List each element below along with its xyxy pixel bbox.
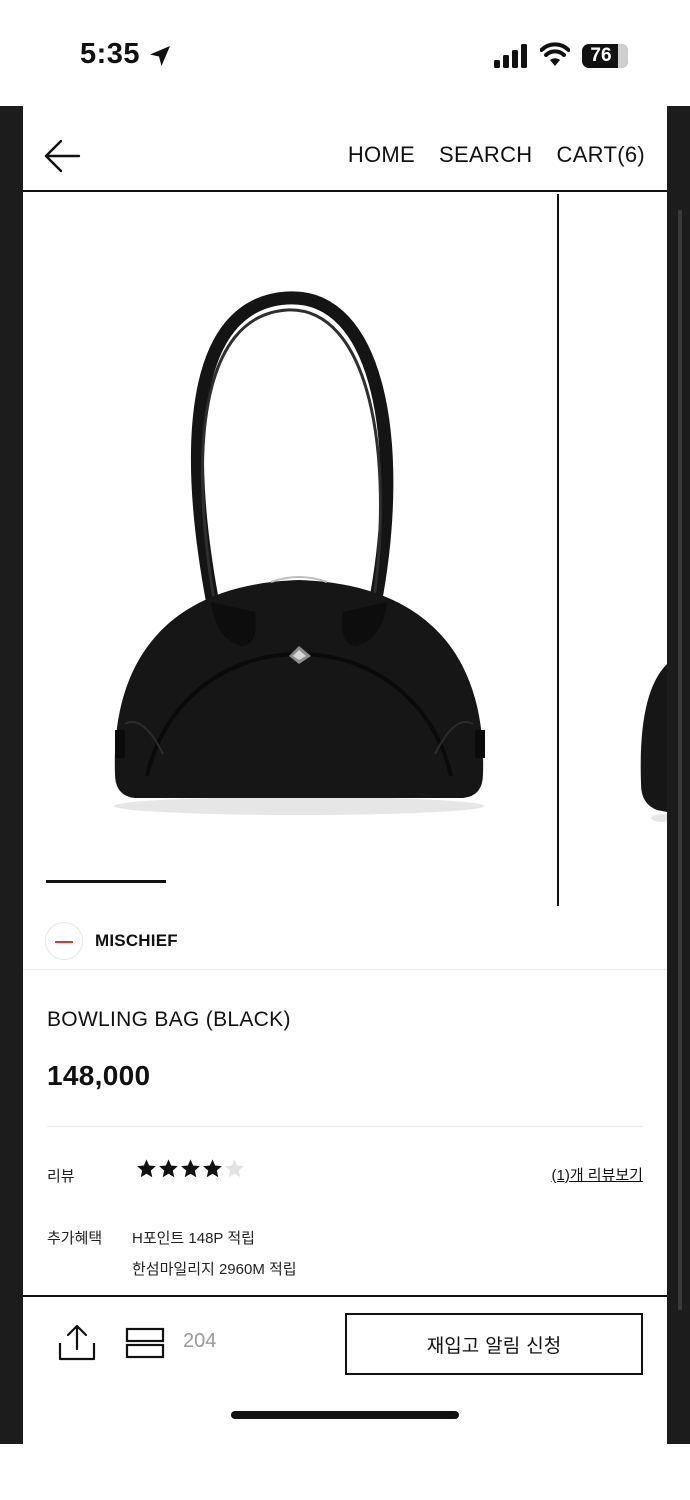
arrow-left-icon[interactable] (43, 138, 81, 174)
next-product-image[interactable] (633, 654, 667, 824)
battery-level: 76 (590, 45, 612, 66)
product-image-gallery[interactable] (23, 194, 667, 910)
divider (47, 1126, 643, 1127)
brand-logo[interactable] (45, 922, 83, 960)
scrollbar[interactable] (678, 210, 682, 1310)
star-filled-icon (159, 1159, 178, 1178)
signal-icon (494, 44, 527, 68)
battery-icon: 76 (582, 44, 628, 68)
share-icon[interactable] (57, 1323, 97, 1361)
bottom-action-bar: 204 재입고 알림 신청 (23, 1295, 667, 1444)
review-link[interactable]: (1)개 리뷰보기 (551, 1164, 643, 1185)
nav-cart[interactable]: CART(6) (557, 142, 645, 168)
nav-search[interactable]: SEARCH (439, 142, 533, 168)
slide-indicator (46, 880, 166, 883)
product-name: BOWLING BAG (BLACK) (47, 1008, 291, 1031)
review-label: 리뷰 (47, 1168, 75, 1185)
top-nav: HOME SEARCH CART(6) (348, 142, 645, 168)
location-arrow-icon (150, 46, 170, 66)
battery-empty-portion (618, 44, 628, 68)
left-frame (0, 106, 23, 1444)
brand-name[interactable]: MISCHIEF (95, 931, 178, 951)
home-indicator (231, 1411, 459, 1419)
benefit-hpoint: H포인트 148P 적립 (132, 1230, 255, 1247)
star-filled-icon (203, 1159, 222, 1178)
review-stars (136, 1158, 245, 1179)
wifi-icon (540, 42, 570, 66)
star-filled-icon (181, 1159, 200, 1178)
product-page: HOME SEARCH CART(6) MISCHIEF BOWLING BAG… (23, 106, 667, 1444)
nav-home[interactable]: HOME (348, 142, 415, 168)
benefit-mileage: 한섬마일리지 2960M 적립 (132, 1261, 297, 1278)
gallery-slide-divider (557, 194, 559, 906)
bookmark-count: 204 (183, 1330, 217, 1352)
top-header: HOME SEARCH CART(6) (23, 106, 667, 192)
product-price: 148,000 (47, 1060, 151, 1091)
bookmark-icon[interactable] (125, 1327, 165, 1359)
star-filled-icon (137, 1159, 156, 1178)
product-image[interactable] (103, 284, 495, 824)
status-bar: 5:35 76 (0, 0, 690, 106)
status-time: 5:35 (80, 38, 141, 70)
brand-row[interactable]: MISCHIEF (23, 912, 667, 970)
benefit-label: 추가혜택 (47, 1230, 103, 1247)
restock-alert-button[interactable]: 재입고 알림 신청 (345, 1313, 643, 1375)
star-empty-icon (225, 1159, 244, 1178)
